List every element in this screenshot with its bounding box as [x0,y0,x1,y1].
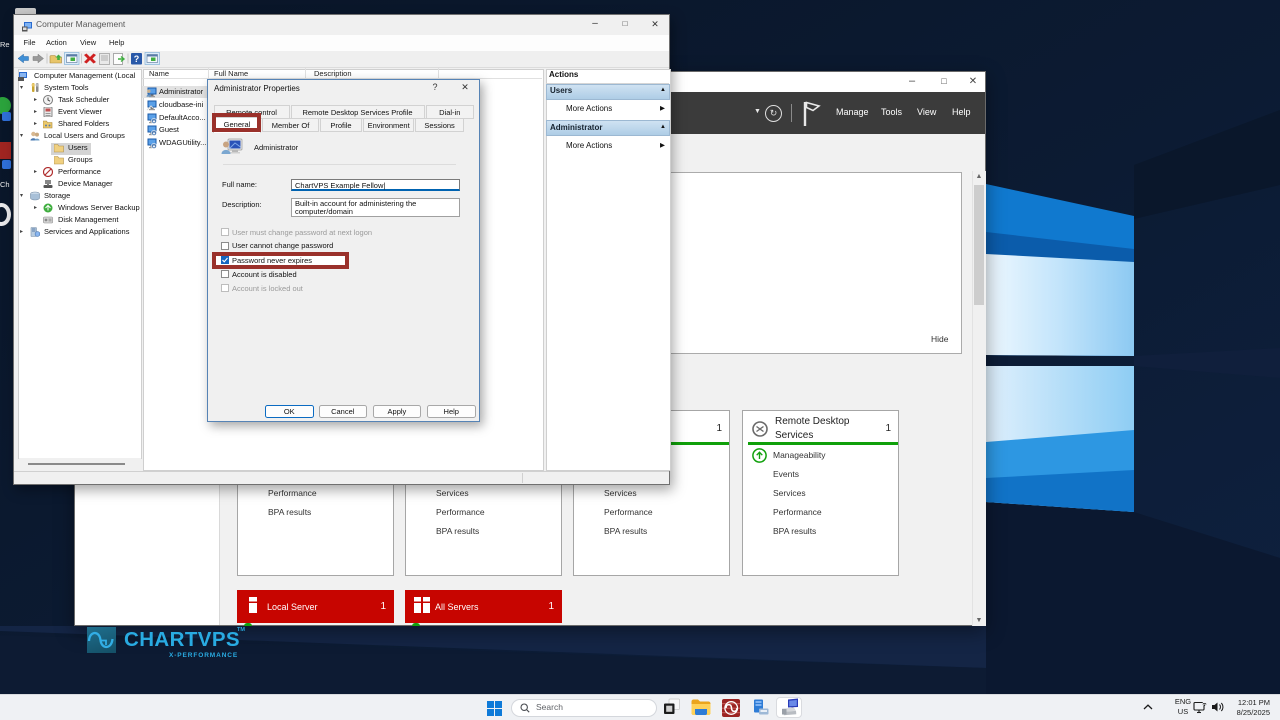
svg-text:?: ? [134,54,140,64]
